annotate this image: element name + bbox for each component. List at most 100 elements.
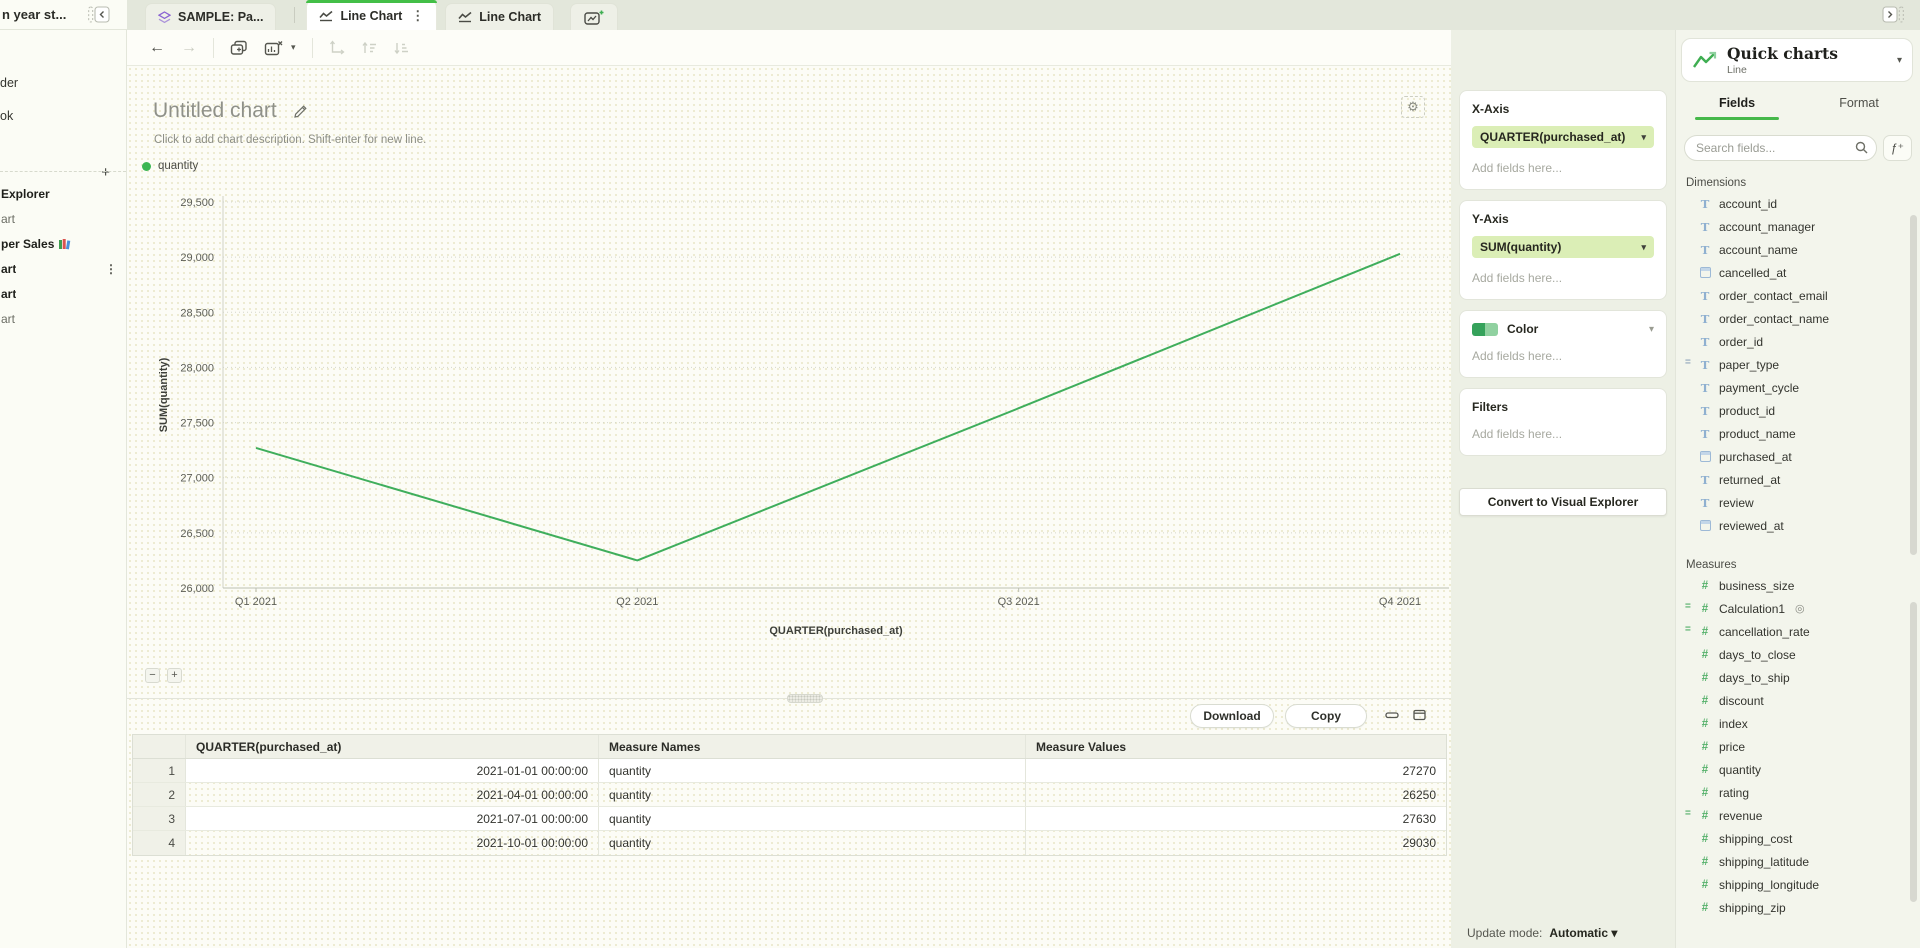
dimensions-scrollbar[interactable] (1910, 215, 1917, 555)
chart-description-placeholder[interactable]: Click to add chart description. Shift-en… (154, 134, 426, 146)
field-name: shipping_zip (1719, 901, 1786, 915)
sidebar-item[interactable]: Explorer (0, 181, 126, 206)
dimension-field-item[interactable]: T account_name (1676, 238, 1920, 261)
measure-field-item[interactable]: # days_to_ship (1676, 666, 1920, 689)
page-tab[interactable]: Line Chart (445, 3, 554, 30)
redo-button[interactable]: → (181, 39, 197, 57)
measure-field-item[interactable]: # quantity (1676, 758, 1920, 781)
update-mode-select[interactable]: Automatic ▾ (1549, 926, 1617, 940)
measure-field-item[interactable]: # shipping_latitude (1676, 850, 1920, 873)
chevron-down-icon[interactable]: ▾ (1641, 132, 1646, 143)
chevron-down-icon[interactable]: ▾ (1649, 324, 1654, 335)
dimension-field-item[interactable]: T review (1676, 491, 1920, 514)
field-name: shipping_cost (1719, 832, 1792, 846)
zoom-in-button[interactable]: + (167, 668, 182, 683)
add-page-icon[interactable]: + (101, 164, 110, 181)
add-fields-placeholder[interactable]: Add fields here... (1472, 271, 1654, 285)
page-tab[interactable]: SAMPLE: Pa... (145, 3, 276, 30)
convert-to-visual-explorer-button[interactable]: Convert to Visual Explorer (1459, 488, 1667, 516)
download-button[interactable]: Download (1190, 704, 1274, 728)
dimension-field-item[interactable]: T account_id (1676, 192, 1920, 215)
dimension-field-item[interactable]: T account_manager (1676, 215, 1920, 238)
table-row[interactable]: 3 2021-07-01 00:00:00 quantity 27630 (133, 807, 1446, 831)
measure-field-item[interactable]: # price (1676, 735, 1920, 758)
measure-field-item[interactable]: # discount (1676, 689, 1920, 712)
dimension-field-item[interactable]: T product_id (1676, 399, 1920, 422)
add-formula-icon[interactable]: ƒ⁺ (1883, 135, 1912, 161)
sidebar-item[interactable]: per Sales (0, 231, 126, 256)
fields-format-tabs: Fields Format (1676, 96, 1920, 120)
duplicate-element-icon[interactable] (230, 40, 248, 56)
gear-icon[interactable]: ⚙ (1401, 96, 1425, 118)
sidebar-item[interactable]: art (0, 206, 126, 231)
page-tab[interactable]: Line Chart ⋮ (306, 0, 437, 30)
column-header[interactable]: Measure Values (1026, 735, 1446, 758)
measure-field-item[interactable]: = # Calculation1 ◎ (1676, 597, 1920, 620)
expand-panel-icon[interactable] (1880, 5, 1906, 24)
dimension-field-item[interactable]: T payment_cycle (1676, 376, 1920, 399)
minimize-table-icon[interactable] (1385, 709, 1399, 721)
column-header[interactable]: Measure Names (599, 735, 1026, 758)
dimension-field-item[interactable]: = T paper_type (1676, 353, 1920, 376)
x-axis-field-pill[interactable]: QUARTER(purchased_at) ▾ (1472, 126, 1654, 148)
splitter-drag-handle[interactable] (787, 694, 823, 703)
chart-title[interactable]: Untitled chart (153, 99, 277, 123)
measure-field-item[interactable]: # business_size (1676, 574, 1920, 597)
tab-menu-icon[interactable]: ⋮ (411, 8, 424, 24)
measure-field-item[interactable]: = # cancellation_rate (1676, 620, 1920, 643)
dimension-field-item[interactable]: purchased_at (1676, 445, 1920, 468)
item-menu-icon[interactable]: ⋮ (105, 262, 117, 276)
collapse-sidebar-icon[interactable] (86, 5, 112, 24)
measure-field-item[interactable]: = # revenue (1676, 804, 1920, 827)
sidebar-item[interactable]: art ⋮ (0, 256, 126, 281)
sort-descending-icon[interactable] (393, 41, 409, 55)
column-header[interactable]: QUARTER(purchased_at) (186, 735, 599, 758)
add-fields-placeholder[interactable]: Add fields here... (1472, 427, 1654, 441)
measure-field-item[interactable]: # index (1676, 712, 1920, 735)
add-fields-placeholder[interactable]: Add fields here... (1472, 349, 1654, 363)
measure-field-item[interactable]: # shipping_zip (1676, 896, 1920, 919)
copy-button[interactable]: Copy (1285, 704, 1367, 728)
add-fields-placeholder[interactable]: Add fields here... (1472, 161, 1654, 175)
quick-charts-selector[interactable]: Quick charts Line ▾ (1681, 38, 1913, 82)
dimension-field-item[interactable]: T order_id (1676, 330, 1920, 353)
sort-ascending-icon[interactable] (361, 41, 377, 55)
chevron-down-icon[interactable]: ▾ (1897, 55, 1902, 66)
measure-field-item[interactable]: # shipping_cost (1676, 827, 1920, 850)
measures-scrollbar[interactable] (1910, 602, 1917, 902)
dimension-field-item[interactable]: T order_contact_email (1676, 284, 1920, 307)
undo-button[interactable]: ← (149, 39, 165, 57)
table-row[interactable]: 2 2021-04-01 00:00:00 quantity 26250 (133, 783, 1446, 807)
edit-title-pencil-icon[interactable] (293, 104, 308, 119)
dimension-field-item[interactable]: T order_contact_name (1676, 307, 1920, 330)
search-fields-input[interactable] (1684, 135, 1877, 161)
color-swatch[interactable] (1472, 323, 1498, 336)
dimension-field-item[interactable]: cancelled_at (1676, 261, 1920, 284)
sidebar-item[interactable]: art (0, 281, 126, 306)
chevron-down-icon[interactable]: ▾ (1641, 242, 1646, 253)
dimension-field-item[interactable]: reviewed_at (1676, 514, 1920, 537)
chevron-down-icon[interactable]: ▾ (291, 42, 296, 53)
sidebar-top-item[interactable]: ok (0, 109, 13, 123)
tab-format[interactable]: Format (1798, 96, 1920, 120)
delete-element-icon[interactable] (264, 40, 283, 56)
measure-field-item[interactable]: # rating (1676, 781, 1920, 804)
tab-label: Line Chart (479, 10, 541, 24)
maximize-table-icon[interactable] (1413, 709, 1426, 721)
panel-splitter[interactable] (127, 694, 1451, 704)
swap-axes-icon[interactable] (329, 40, 345, 55)
dimension-field-item[interactable]: T product_name (1676, 422, 1920, 445)
table-row[interactable]: 4 2021-10-01 00:00:00 quantity 29030 (133, 831, 1446, 855)
table-row[interactable]: 1 2021-01-01 00:00:00 quantity 27270 (133, 759, 1446, 783)
sidebar-item[interactable]: art (0, 306, 126, 331)
dimension-field-item[interactable]: T returned_at (1676, 468, 1920, 491)
tab-label: SAMPLE: Pa... (178, 10, 263, 24)
zoom-out-button[interactable]: − (145, 668, 160, 683)
line-chart-svg[interactable]: 26,00026,50027,00027,50028,00028,50029,0… (127, 186, 1451, 661)
y-axis-field-pill[interactable]: SUM(quantity) ▾ (1472, 236, 1654, 258)
tab-fields[interactable]: Fields (1676, 96, 1798, 120)
sidebar-top-item[interactable]: der (0, 76, 18, 90)
new-page-tab-button[interactable] (570, 3, 618, 30)
measure-field-item[interactable]: # days_to_close (1676, 643, 1920, 666)
measure-field-item[interactable]: # shipping_longitude (1676, 873, 1920, 896)
